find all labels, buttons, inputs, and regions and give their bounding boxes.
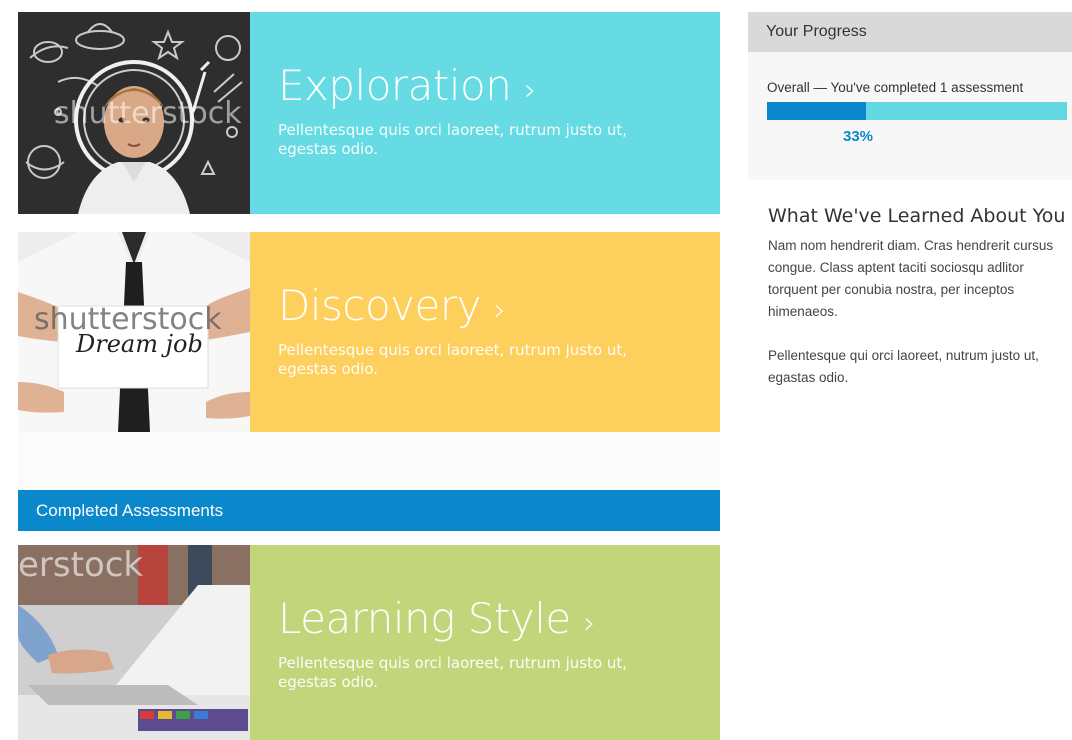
card-discovery[interactable]: shutterstock Dream job Discovery › Pelle…	[18, 232, 720, 432]
chevron-right-icon: ›	[493, 293, 506, 328]
progress-bar-fill	[767, 102, 866, 120]
card-learning-style[interactable]: erstock Learning Style › Pellentesque qu…	[18, 545, 720, 740]
overall-progress-text: Overall — You've completed 1 assessment	[767, 80, 1024, 95]
card-title[interactable]: Discovery ›	[278, 282, 692, 335]
learned-paragraph: Pellentesque qui orci laoreet, nutrum ju…	[768, 348, 1039, 385]
progress-percent: 33%	[842, 128, 874, 145]
card-title-text: Exploration	[278, 61, 512, 110]
image-watermark: erstock	[18, 545, 144, 585]
discovery-body: Discovery › Pellentesque quis orci laore…	[250, 232, 720, 432]
card-description: Pellentesque quis orci laoreet, rutrum j…	[278, 654, 628, 691]
card-description: Pellentesque quis orci laoreet, rutrum j…	[278, 121, 628, 158]
exploration-body: Exploration › Pellentesque quis orci lao…	[250, 12, 720, 214]
card-exploration[interactable]: shutterstock Exploration › Pellentesque …	[18, 12, 720, 214]
image-watermark: shutterstock	[54, 96, 242, 131]
learned-about-you-section: What We've Learned About You Nam nom hen…	[768, 205, 1068, 389]
progress-header: Your Progress	[748, 12, 1072, 52]
learned-paragraph: Nam nom hendrerit diam. Cras hendrerit c…	[768, 238, 1054, 319]
chevron-right-icon: ›	[583, 606, 596, 641]
exploration-image: shutterstock	[18, 12, 250, 214]
card-title-text: Discovery	[278, 281, 482, 330]
card-title-text: Learning Style	[278, 594, 571, 643]
progress-bar	[767, 102, 1067, 120]
completed-assessments-header: Completed Assessments	[18, 490, 720, 531]
card-title[interactable]: Learning Style ›	[278, 595, 692, 648]
card-title[interactable]: Exploration ›	[278, 62, 692, 115]
learning-style-body: Learning Style › Pellentesque quis orci …	[250, 545, 720, 740]
learning-style-image: erstock	[18, 545, 250, 740]
card-description: Pellentesque quis orci laoreet, rutrum j…	[278, 341, 628, 378]
learned-title: What We've Learned About You	[768, 205, 1066, 227]
spacer	[18, 432, 720, 490]
chevron-right-icon: ›	[524, 73, 536, 108]
progress-panel: Your Progress Overall — You've completed…	[748, 12, 1072, 180]
dream-job-card-text: Dream job	[76, 330, 203, 358]
discovery-image: shutterstock Dream job	[18, 232, 250, 432]
